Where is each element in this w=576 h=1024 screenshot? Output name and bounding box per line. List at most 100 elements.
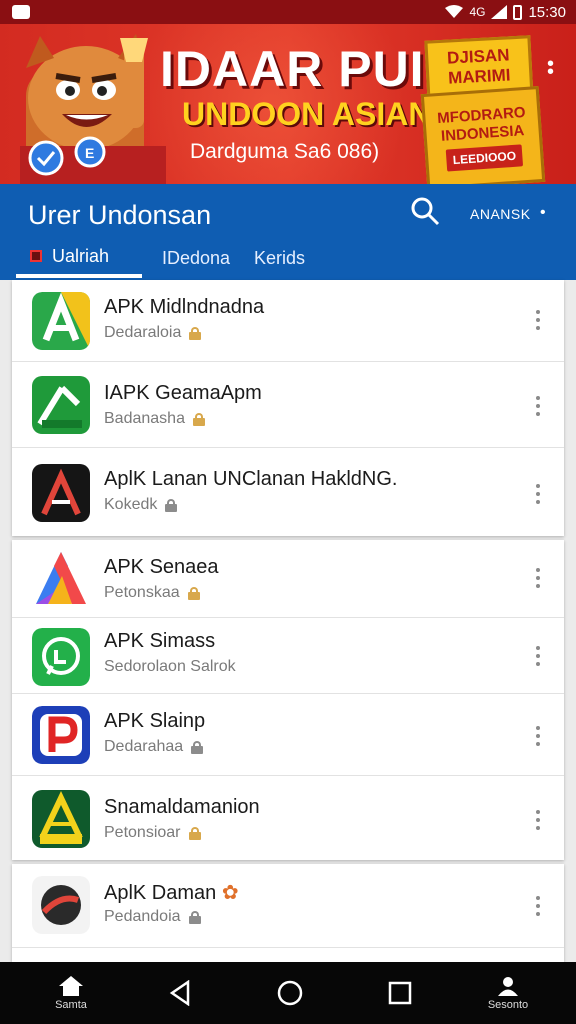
nav-home-label: Samta [55, 999, 87, 1011]
app-title: IAPK GeamaApm [104, 382, 262, 404]
more-options-icon[interactable] [530, 308, 546, 332]
app-subtitle-text: Dedarahaa [104, 738, 184, 755]
home-circle-icon [277, 980, 303, 1006]
nav-recents[interactable] [380, 962, 420, 1024]
list-item[interactable]: APK Senaea Petonskaa [12, 540, 564, 618]
app-title-text: AplK Daman [104, 882, 217, 904]
banner-subtitle: UNDOON ASIAN [182, 96, 432, 132]
app-subtitle: Sedorolaon Salrok [104, 658, 236, 676]
lock-icon [189, 326, 202, 340]
banner-more-icon[interactable]: • • [547, 54, 554, 82]
more-options-icon[interactable] [530, 894, 546, 918]
more-options-icon[interactable] [530, 644, 546, 668]
account-dropdown-icon[interactable]: • [540, 204, 546, 222]
app-subtitle: Pedandoia [104, 908, 201, 926]
signal-icon [491, 5, 508, 19]
page-title: Urer Undonsan [28, 200, 212, 230]
app-subtitle-text: Badanasha [104, 410, 185, 427]
tab-label: Ualriah [52, 245, 110, 266]
list-item[interactable]: AplK Lanan UNClanan HakldNG. Kokedk [12, 448, 564, 536]
app-subtitle-text: Petonskaa [104, 584, 180, 601]
more-options-icon[interactable] [530, 808, 546, 832]
nav-back[interactable] [160, 962, 200, 1024]
account-label[interactable]: ANANSK [470, 206, 531, 222]
lock-icon [191, 740, 204, 754]
apk-blue-p-icon [32, 706, 90, 764]
banner-tagline: Dardguma Sa6 086) [190, 140, 380, 163]
more-options-icon[interactable] [530, 394, 546, 418]
more-options-icon[interactable] [530, 724, 546, 748]
app-title: APK Midlndnadna [104, 296, 265, 318]
promo-badge-text: MFODRARO INDONESIA [436, 103, 527, 145]
app-subtitle: Dedaraloia [104, 324, 202, 342]
app-title: AplK Daman ✿ [104, 880, 239, 905]
promo-stamp: LEEDIOOO [446, 144, 523, 172]
apk-dark-green-icon [32, 790, 90, 848]
apk-green-yellow-icon [32, 292, 90, 350]
banner-title: IDAAR PUIY [160, 41, 459, 97]
tab-kerids[interactable]: Kerids [254, 238, 305, 278]
nav-home-circle[interactable] [270, 962, 310, 1024]
tab-ualriah[interactable]: Ualriah [16, 238, 142, 278]
list-item[interactable]: IAPK GeamaApm Badanasha [12, 362, 564, 448]
more-options-icon[interactable] [530, 482, 546, 506]
list-item[interactable]: APK Midlndnadna Dedaraloia [12, 280, 564, 362]
search-icon[interactable] [410, 196, 440, 226]
list-item[interactable]: APK Simass Sedorolaon Salrok [12, 618, 564, 694]
app-title: APK Simass [104, 630, 216, 652]
recents-icon [388, 981, 412, 1005]
back-icon [169, 980, 190, 1006]
app-list-card: AplK Daman ✿ Pedandoia [12, 864, 564, 962]
app-subtitle: Kokedk [104, 496, 178, 514]
app-subtitle: Petonskaa [104, 584, 200, 602]
lock-icon [192, 412, 205, 426]
profile-icon [498, 977, 518, 996]
app-subtitle-text: Sedorolaon Salrok [104, 658, 236, 675]
apk-dark-ball-icon [32, 876, 90, 934]
app-list-card: APK Senaea Petonskaa APK Simass Sedorola… [12, 540, 564, 860]
app-list-card: APK Midlndnadna Dedaraloia IAPK GeamaApm… [12, 280, 564, 536]
apk-green-pen-icon [32, 376, 90, 434]
promo-badge-bottom: MFODRARO INDONESIA LEEDIOOO [420, 86, 546, 184]
more-options-icon[interactable] [530, 566, 546, 590]
list-item[interactable]: APK Slainp Dedarahaa [12, 694, 564, 776]
wifi-icon [445, 5, 464, 18]
apk-gradient-a-icon [32, 550, 90, 608]
app-title: Snamaldamanion [104, 796, 260, 818]
app-subtitle-text: Petonsioar [104, 824, 181, 841]
network-type: 4G [469, 5, 486, 19]
status-bar: 4G 15:30 [0, 0, 576, 24]
flower-icon: ✿ [221, 882, 239, 904]
nav-home[interactable]: Samta [46, 962, 96, 1024]
tab-label: IDedona [162, 247, 231, 268]
mascot-image: E [20, 34, 166, 184]
app-subtitle: Petonsioar [104, 824, 201, 842]
lock-icon [188, 826, 201, 840]
nav-profile[interactable]: Sesonto [480, 962, 536, 1024]
app-subtitle: Dedarahaa [104, 738, 204, 756]
list-item[interactable]: Snamaldamanion Petonsioar [12, 776, 564, 860]
app-title: AplK Lanan UNClanan HakldNG. [104, 468, 398, 490]
app-title: APK Slainp [104, 710, 206, 732]
notification-icon [12, 5, 30, 19]
apk-black-red-icon [32, 464, 90, 522]
home-icon [59, 976, 83, 996]
promo-banner[interactable]: E IDAAR PUIY UNDOON ASIAN Dardguma Sa6 0… [0, 24, 576, 184]
list-item[interactable]: AplK Daman ✿ Pedandoia [12, 864, 564, 948]
app-subtitle-text: Dedaraloia [104, 324, 182, 341]
svg-text:E: E [85, 145, 94, 161]
tab-idedona[interactable]: IDedona [162, 238, 230, 278]
app-subtitle-text: Pedandoia [104, 908, 181, 925]
lock-icon [187, 586, 200, 600]
battery-icon [513, 4, 523, 20]
app-subtitle: Badanasha [104, 410, 205, 428]
apk-whatsapp-style-icon [32, 628, 90, 686]
app-subtitle-text: Kokedk [104, 496, 158, 513]
tab-flag-icon [30, 250, 42, 262]
lock-icon [188, 910, 201, 924]
clock: 15:30 [528, 3, 566, 21]
tab-label: Kerids [254, 247, 306, 268]
lock-icon [165, 498, 178, 512]
app-title: APK Senaea [104, 556, 219, 578]
nav-profile-label: Sesonto [487, 999, 529, 1011]
